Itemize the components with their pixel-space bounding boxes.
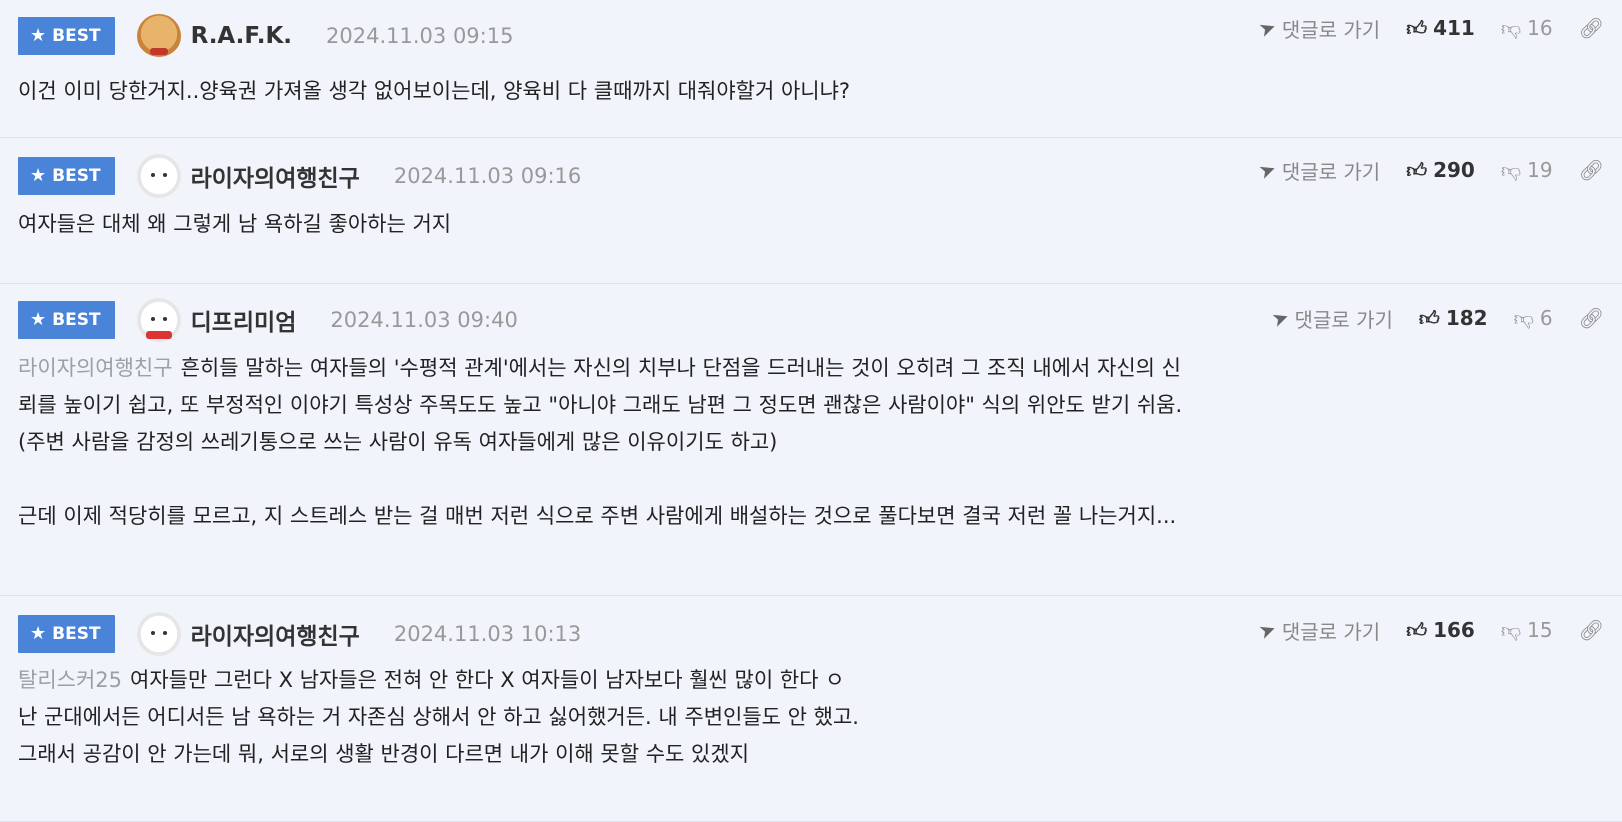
comment-actions: ➤ 댓글로 가기 👍︎ 182 👎︎ 6 🔗︎ (1268, 298, 1604, 338)
best-badge-label: BEST (52, 166, 101, 186)
best-badge: ★ BEST (18, 301, 115, 339)
comment-item: ★ BEST 디프리미엄 2024.11.03 09:40 ➤ 댓글로 가기 👍… (0, 284, 1622, 596)
dislike-button[interactable]: 👎︎ 19 (1501, 158, 1553, 182)
send-arrow-icon: ➤ (1255, 615, 1280, 645)
comment-line: 뢰를 높이기 쉽고, 또 부정적인 이야기 특성상 주목도도 높고 "아니야 그… (18, 393, 1183, 417)
author-nickname[interactable]: 라이자의여행친구 (191, 617, 360, 651)
thumbs-down-icon: 👎︎ (1500, 16, 1522, 40)
comment-line (18, 461, 1582, 498)
link-icon: 🔗︎ (1578, 618, 1604, 642)
go-to-reply-label: 댓글로 가기 (1281, 159, 1381, 184)
copy-link-button[interactable]: 🔗︎ (1579, 308, 1604, 328)
comment-item: ★ BEST 라이자의여행친구 2024.11.03 10:13 ➤ 댓글로 가… (0, 596, 1622, 822)
dislike-count: 19 (1527, 158, 1553, 182)
link-icon: 🔗︎ (1578, 158, 1604, 182)
go-to-reply-button[interactable]: ➤ 댓글로 가기 (1268, 303, 1393, 333)
thumbs-up-icon: 👍︎ (1418, 306, 1440, 330)
like-button[interactable]: 👍︎ 182 (1419, 306, 1488, 330)
comment-actions: ➤ 댓글로 가기 👍︎ 166 👎︎ 15 🔗︎ (1255, 610, 1604, 650)
like-button[interactable]: 👍︎ 411 (1406, 16, 1475, 40)
best-badge: ★ BEST (18, 17, 115, 55)
comment-line: 여자들은 대체 왜 그렇게 남 욕하길 좋아하는 거지 (18, 212, 452, 236)
thumbs-down-icon: 👎︎ (1513, 306, 1534, 330)
like-button[interactable]: 👍︎ 290 (1406, 158, 1475, 182)
avatar[interactable] (136, 298, 181, 342)
dislike-button[interactable]: 👎︎ 15 (1501, 618, 1553, 642)
comment-line: 난 군대에서든 어디서든 남 욕하는 거 자존심 상해서 안 하고 싫어했거든.… (18, 705, 859, 729)
thumbs-down-icon: 👎︎ (1500, 618, 1522, 642)
comment-date: 2024.11.03 09:15 (326, 24, 514, 48)
comment-body: 탈리스커25 여자들만 그런다 X 남자들은 전혀 안 한다 X 여자들이 남자보… (18, 662, 1582, 773)
best-badge-label: BEST (52, 26, 101, 46)
go-to-reply-button[interactable]: ➤ 댓글로 가기 (1255, 615, 1381, 645)
best-badge-label: BEST (52, 310, 101, 330)
comment-actions: ➤ 댓글로 가기 👍︎ 290 👎︎ 19 🔗︎ (1255, 150, 1604, 190)
like-button[interactable]: 👍︎ 166 (1406, 618, 1475, 642)
avatar[interactable] (136, 14, 181, 58)
dislike-count: 16 (1527, 16, 1553, 40)
comment-date: 2024.11.03 10:13 (393, 622, 582, 646)
send-arrow-icon: ➤ (1268, 303, 1293, 333)
comment-header: ★ BEST R.A.F.K. 2024.11.03 09:15 (18, 14, 513, 58)
thumbs-up-icon: 👍︎ (1406, 618, 1428, 642)
comment-item: ★ BEST 라이자의여행친구 2024.11.03 09:16 ➤ 댓글로 가… (0, 138, 1622, 284)
comment-header: ★ BEST 라이자의여행친구 2024.11.03 10:13 (18, 612, 581, 656)
copy-link-button[interactable]: 🔗︎ (1579, 160, 1604, 180)
like-count: 290 (1433, 158, 1475, 182)
comment-actions: ➤ 댓글로 가기 👍︎ 411 👎︎ 16 🔗︎ (1255, 8, 1604, 48)
like-count: 411 (1433, 16, 1475, 40)
go-to-reply-label: 댓글로 가기 (1281, 17, 1381, 42)
comment-line: 탈리스커25 여자들만 그런다 X 남자들은 전혀 안 한다 X 여자들이 남자보… (18, 668, 845, 692)
avatar[interactable] (136, 154, 181, 198)
star-icon: ★ (30, 165, 47, 186)
author-nickname[interactable]: 디프리미엄 (191, 303, 297, 337)
thumbs-up-icon: 👍︎ (1406, 158, 1428, 182)
comment-body: 여자들은 대체 왜 그렇게 남 욕하길 좋아하는 거지 (18, 206, 1582, 243)
copy-link-button[interactable]: 🔗︎ (1579, 620, 1604, 640)
go-to-reply-button[interactable]: ➤ 댓글로 가기 (1255, 155, 1381, 185)
comment-header: ★ BEST 디프리미엄 2024.11.03 09:40 (18, 298, 518, 342)
avatar[interactable] (136, 612, 181, 656)
author-nickname[interactable]: 라이자의여행친구 (191, 159, 360, 193)
like-count: 166 (1433, 618, 1475, 642)
comment-body: 이건 이미 당한거지..양육권 가져올 생각 없어보이는데, 양육비 다 클때까… (18, 73, 1582, 110)
best-badge-label: BEST (52, 624, 101, 644)
go-to-reply-label: 댓글로 가기 (1294, 307, 1393, 332)
dislike-count: 6 (1539, 306, 1553, 330)
link-icon: 🔗︎ (1578, 306, 1604, 330)
thumbs-down-icon: 👎︎ (1500, 158, 1522, 182)
mention-link[interactable]: 탈리스커25 (18, 668, 122, 692)
comment-line: 근데 이제 적당히를 모르고, 지 스트레스 받는 걸 매번 저런 식으로 주변… (18, 504, 1177, 528)
dislike-button[interactable]: 👎︎ 16 (1501, 16, 1553, 40)
comment-date: 2024.11.03 09:40 (330, 308, 518, 332)
comment-line: 그래서 공감이 안 가는데 뭐, 서로의 생활 반경이 다르면 내가 이해 못할… (18, 742, 750, 766)
go-to-reply-label: 댓글로 가기 (1281, 619, 1381, 644)
best-badge: ★ BEST (18, 615, 115, 653)
comment-header: ★ BEST 라이자의여행친구 2024.11.03 09:16 (18, 154, 581, 198)
author-nickname[interactable]: R.A.F.K. (191, 23, 292, 49)
like-count: 182 (1445, 306, 1488, 330)
comment-line: 이건 이미 당한거지..양육권 가져올 생각 없어보이는데, 양육비 다 클때까… (18, 79, 851, 103)
comment-body: 라이자의여행친구 흔히들 말하는 여자들의 '수평적 관계'에서는 자신의 치부나… (18, 350, 1582, 535)
comment-item: ★ BEST R.A.F.K. 2024.11.03 09:15 ➤ 댓글로 가… (0, 0, 1622, 138)
star-icon: ★ (30, 623, 47, 644)
star-icon: ★ (30, 25, 47, 46)
mention-link[interactable]: 라이자의여행친구 (18, 356, 173, 380)
dislike-button[interactable]: 👎︎ 6 (1514, 306, 1553, 330)
best-comment-list: ★ BEST R.A.F.K. 2024.11.03 09:15 ➤ 댓글로 가… (0, 0, 1622, 822)
comment-line: (주변 사람을 감정의 쓰레기통으로 쓰는 사람이 유독 여자들에게 많은 이유… (18, 430, 778, 454)
best-badge: ★ BEST (18, 157, 115, 195)
go-to-reply-button[interactable]: ➤ 댓글로 가기 (1255, 13, 1381, 43)
link-icon: 🔗︎ (1578, 16, 1604, 40)
dislike-count: 15 (1527, 618, 1553, 642)
thumbs-up-icon: 👍︎ (1406, 16, 1428, 40)
send-arrow-icon: ➤ (1255, 13, 1280, 43)
comment-line: 라이자의여행친구 흔히들 말하는 여자들의 '수평적 관계'에서는 자신의 치부나… (18, 356, 1181, 380)
comment-date: 2024.11.03 09:16 (393, 164, 582, 188)
copy-link-button[interactable]: 🔗︎ (1579, 18, 1604, 38)
send-arrow-icon: ➤ (1255, 155, 1280, 185)
star-icon: ★ (30, 309, 47, 330)
